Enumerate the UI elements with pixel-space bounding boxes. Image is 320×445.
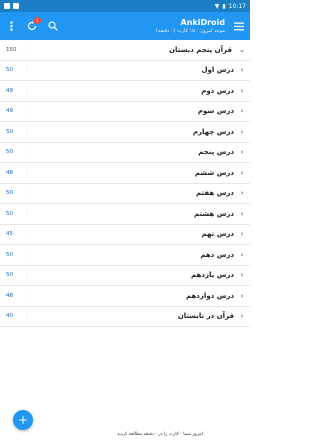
notification-icon (4, 3, 10, 9)
battery-icon: ▮ (222, 2, 226, 10)
deck-name: قرآن پنجم دبستان (168, 45, 232, 54)
signal-icon: ▼ (214, 2, 220, 10)
expand-icon[interactable]: › (238, 189, 246, 197)
study-summary-footer: امروز شما - کارت را در - دقیقه مطالعه کر… (117, 432, 203, 437)
status-icons-left (4, 3, 19, 9)
deck-name: درس نهم (201, 230, 234, 239)
sync-badge: 1 (34, 17, 41, 24)
expand-icon[interactable]: › (238, 251, 246, 259)
deck-count: 49 (6, 87, 13, 94)
deck-count: 45 (6, 231, 13, 238)
app-bar: 1 AnkiDroid موعد امروز: ۱۵۰ کارت (۰ دقیق… (0, 12, 250, 40)
deck-row[interactable]: 50 ⋮ درس هفتم › (0, 184, 250, 204)
expand-icon[interactable]: › (238, 107, 246, 115)
more-vert-icon (9, 21, 13, 31)
expand-icon[interactable]: › (238, 128, 246, 136)
expand-icon[interactable]: › (238, 148, 246, 156)
title-block: AnkiDroid موعد امروز: ۱۵۰ کارت (۰ دقیقه) (59, 18, 233, 35)
deck-row[interactable]: 49 ⋮ درس سوم › (0, 102, 250, 122)
deck-count: 49 (6, 108, 13, 115)
notification-icon (13, 3, 19, 9)
deck-row[interactable]: 49 ⋮ درس دوم › (0, 81, 250, 102)
add-fab-button[interactable]: + (13, 410, 33, 430)
deck-count: 50 (6, 67, 13, 74)
deck-count: 50 (6, 149, 13, 156)
expand-icon[interactable]: › (238, 87, 246, 95)
expand-icon[interactable]: ⌄ (238, 46, 246, 54)
status-icons-right: ▼ ▮ 10:17 (215, 3, 246, 10)
deck-name: درس پنجم (198, 148, 234, 157)
due-subtitle: موعد امروز: ۱۵۰ کارت (۰ دقیقه) (155, 27, 225, 34)
deck-row[interactable]: 50 ⋮ درس پنجم › (0, 143, 250, 163)
deck-count: 48 (6, 169, 13, 176)
deck-name: درس سوم (197, 107, 234, 116)
sync-button[interactable]: 1 (26, 17, 41, 32)
deck-row[interactable]: 150 ⋮ قرآن پنجم دبستان ⌄ (0, 40, 250, 61)
deck-name: درس دهم (200, 250, 234, 259)
deck-row[interactable]: 50 ⋮ درس یازدهم › (0, 266, 250, 286)
expand-icon[interactable]: › (238, 210, 246, 218)
deck-row[interactable]: 50 ⋮ درس اول › (0, 61, 250, 81)
deck-count: 50 (6, 272, 13, 279)
overflow-menu-button[interactable] (5, 20, 17, 32)
deck-name: درس هفتم (196, 189, 234, 198)
deck-row[interactable]: 50 ⋮ درس دهم › (0, 245, 250, 266)
search-icon (48, 21, 58, 31)
deck-name: درس دوم (201, 86, 234, 95)
deck-name: درس هشتم (193, 209, 234, 218)
search-button[interactable] (47, 20, 59, 32)
toolbar-actions: 1 (5, 17, 59, 32)
deck-name: درس چهارم (192, 127, 234, 136)
status-bar: ▼ ▮ 10:17 (0, 0, 250, 12)
deck-count: 50 (6, 128, 13, 135)
expand-icon[interactable]: › (238, 312, 246, 320)
deck-count: 50 (6, 251, 13, 258)
expand-icon[interactable]: › (238, 292, 246, 300)
deck-row[interactable]: 48 ⋮ درس دوازدهم › (0, 286, 250, 307)
deck-count: 40 (6, 313, 13, 320)
deck-row[interactable]: 40 ⋮ قرآن در تابستان › (0, 307, 250, 327)
deck-row[interactable]: 50 ⋮ درس هشتم › (0, 204, 250, 225)
deck-name: قرآن در تابستان (177, 312, 234, 321)
nav-drawer-button[interactable] (233, 20, 245, 32)
deck-name: درس اول (201, 66, 234, 75)
deck-count: 50 (6, 190, 13, 197)
deck-count: 50 (6, 210, 13, 217)
expand-icon[interactable]: › (238, 66, 246, 74)
deck-count: 48 (6, 292, 13, 299)
expand-icon[interactable]: › (238, 230, 246, 238)
app-title: AnkiDroid (180, 17, 226, 27)
deck-name: درس دوازدهم (185, 291, 234, 300)
clock: 10:17 (228, 2, 246, 10)
deck-row[interactable]: 48 ⋮ درس ششم › (0, 163, 250, 184)
expand-icon[interactable]: › (238, 271, 246, 279)
deck-name: درس ششم (194, 168, 234, 177)
expand-icon[interactable]: › (238, 169, 246, 177)
deck-list: 150 ⋮ قرآن پنجم دبستان ⌄ 50 ⋮ درس اول › 49 ⋮ درس د… (0, 40, 250, 327)
deck-name: درس یازدهم (191, 271, 234, 280)
deck-count: 150 (6, 46, 17, 53)
hamburger-icon (234, 22, 244, 30)
deck-row[interactable]: 45 ⋮ درس نهم › (0, 225, 250, 245)
deck-row[interactable]: 50 ⋮ درس چهارم › (0, 122, 250, 143)
